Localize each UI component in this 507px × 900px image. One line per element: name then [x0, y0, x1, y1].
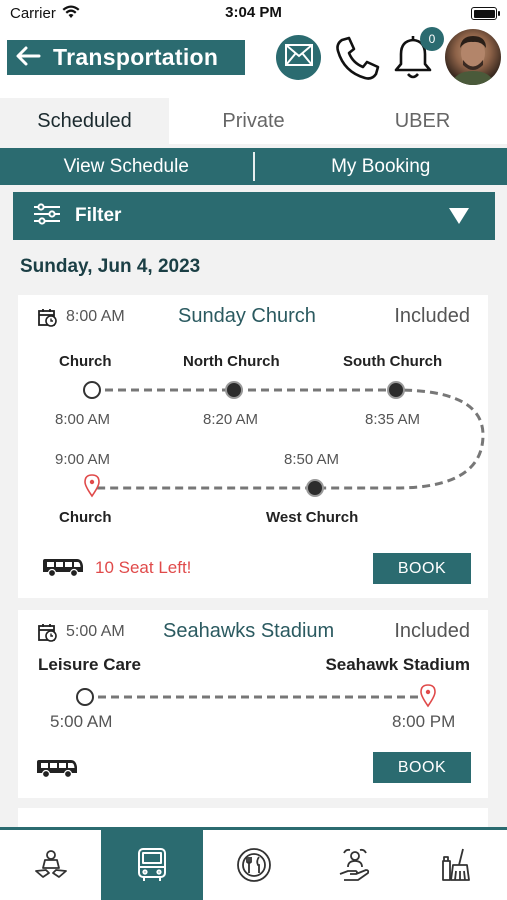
route-origin-marker: [76, 688, 94, 706]
tab-scheduled[interactable]: Scheduled: [0, 98, 169, 144]
stop-name: North Church: [183, 353, 280, 370]
stop-name: South Church: [343, 353, 443, 370]
care-hand-icon: [339, 848, 370, 881]
back-button[interactable]: Transportation: [7, 40, 245, 75]
subtab-bar: View Schedule My Booking: [0, 148, 507, 185]
nav-transportation[interactable]: [101, 830, 203, 900]
nav-care[interactable]: [304, 830, 405, 900]
nav-dining[interactable]: [203, 830, 304, 900]
chevron-down-icon: [449, 208, 469, 224]
bus-icon: [138, 848, 167, 881]
sliders-icon: [33, 202, 61, 230]
book-button[interactable]: BOOK: [373, 553, 471, 584]
mail-button[interactable]: [276, 35, 321, 80]
notification-badge: 0: [420, 27, 444, 51]
route-line: [76, 684, 436, 708]
tab-view-schedule[interactable]: View Schedule: [0, 148, 253, 185]
status-bar: Carrier 3:04 PM: [0, 0, 507, 28]
route-stop-marker: [306, 479, 324, 497]
location-pin-icon: [420, 684, 436, 708]
filter-dropdown[interactable]: Filter: [13, 192, 495, 240]
date-heading: Sunday, Jun 4, 2023: [20, 256, 201, 277]
avatar[interactable]: [445, 29, 501, 85]
stop-time: 8:20 AM: [203, 411, 259, 428]
book-button[interactable]: BOOK: [373, 752, 471, 783]
location-pin-icon: [84, 474, 100, 498]
nav-housekeeping[interactable]: [406, 830, 507, 900]
stop-time: 9:00 AM: [55, 451, 111, 468]
housekeeping-icon: [442, 848, 471, 881]
stop-name: Church: [59, 509, 112, 526]
bottom-nav: [0, 827, 507, 900]
stop-name: West Church: [266, 509, 359, 526]
stop-time: 8:50 AM: [284, 451, 340, 468]
nav-services[interactable]: [0, 830, 101, 900]
trip-card: 5:00 AM Seahawks Stadium Included Leisur…: [18, 610, 488, 798]
trip-card: 8:00 AM Sunday Church Included Church No…: [18, 295, 488, 598]
tab-private[interactable]: Private: [169, 98, 338, 144]
filter-label: Filter: [75, 205, 122, 226]
destination-time: 8:00 PM: [392, 712, 456, 731]
stop-time: 8:00 AM: [55, 411, 111, 428]
header: Transportation 0: [0, 27, 507, 98]
tab-bar: Scheduled Private UBER: [0, 98, 507, 144]
tab-my-booking[interactable]: My Booking: [255, 148, 507, 185]
clock: 3:04 PM: [225, 4, 282, 21]
back-arrow-icon: [15, 45, 41, 71]
hands-service-icon: [34, 850, 67, 878]
route-stop-marker: [225, 381, 243, 399]
dining-icon: [236, 848, 271, 882]
stop-time: 8:35 AM: [365, 411, 421, 428]
mail-icon: [284, 44, 313, 71]
route-stop-marker: [387, 381, 405, 399]
phone-button[interactable]: [332, 34, 382, 84]
stop-name: Church: [59, 353, 112, 370]
tab-uber[interactable]: UBER: [338, 98, 507, 144]
battery-icon: [471, 7, 500, 20]
route-origin-marker: [83, 381, 101, 399]
van-icon: [36, 758, 78, 783]
van-icon: [42, 557, 84, 582]
origin-time: 5:00 AM: [50, 712, 113, 731]
seats-left-label: 10 Seat Left!: [95, 558, 192, 577]
page-title: Transportation: [53, 44, 219, 70]
phone-icon: [336, 36, 380, 80]
